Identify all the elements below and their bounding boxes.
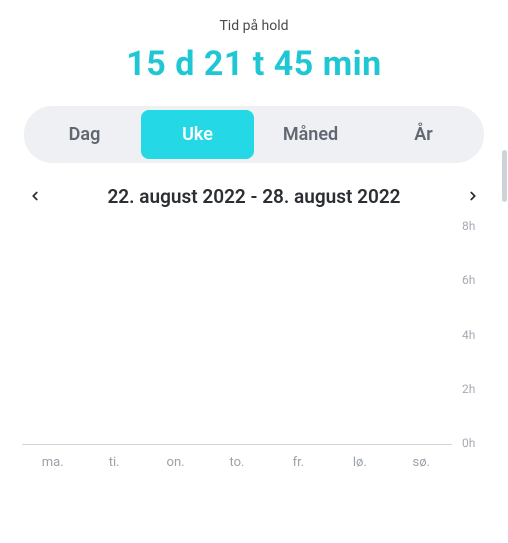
total-time-value: 15 d 21 t 45 min — [10, 44, 498, 84]
chart: 8h 6h 4h 2h 0h ma.ti.on.to.fr.lø.sø. — [10, 217, 498, 470]
y-tick-label: 0h — [462, 436, 475, 450]
header-label: Tid på hold — [10, 18, 498, 34]
x-tick-label: on. — [145, 455, 206, 470]
chart-x-axis: ma.ti.on.to.fr.lø.sø. — [22, 445, 452, 470]
y-tick-label: 4h — [462, 328, 475, 342]
x-tick-label: lø. — [329, 455, 390, 470]
prev-date-button[interactable] — [22, 183, 48, 209]
segment-year[interactable]: År — [367, 110, 480, 159]
time-range-segmented: DagUkeMånedÅr — [24, 106, 484, 163]
date-navigation: 22. august 2022 - 28. august 2022 — [10, 183, 498, 209]
date-range-label: 22. august 2022 - 28. august 2022 — [64, 185, 444, 208]
chart-y-axis: 8h 6h 4h 2h 0h — [456, 219, 492, 450]
segment-day[interactable]: Dag — [28, 110, 141, 159]
y-tick-label: 2h — [462, 382, 475, 396]
y-tick-label: 8h — [462, 219, 475, 233]
x-tick-label: ma. — [22, 455, 83, 470]
scrollbar[interactable] — [502, 150, 507, 202]
x-tick-label: to. — [206, 455, 267, 470]
x-tick-label: fr. — [268, 455, 329, 470]
chart-plot-area: 8h6h4h2h0h — [22, 225, 452, 445]
segment-month[interactable]: Måned — [254, 110, 367, 159]
y-tick-label: 6h — [462, 273, 475, 287]
x-tick-label: ti. — [83, 455, 144, 470]
x-tick-label: sø. — [391, 455, 452, 470]
segment-week[interactable]: Uke — [141, 110, 254, 159]
next-date-button[interactable] — [460, 183, 486, 209]
